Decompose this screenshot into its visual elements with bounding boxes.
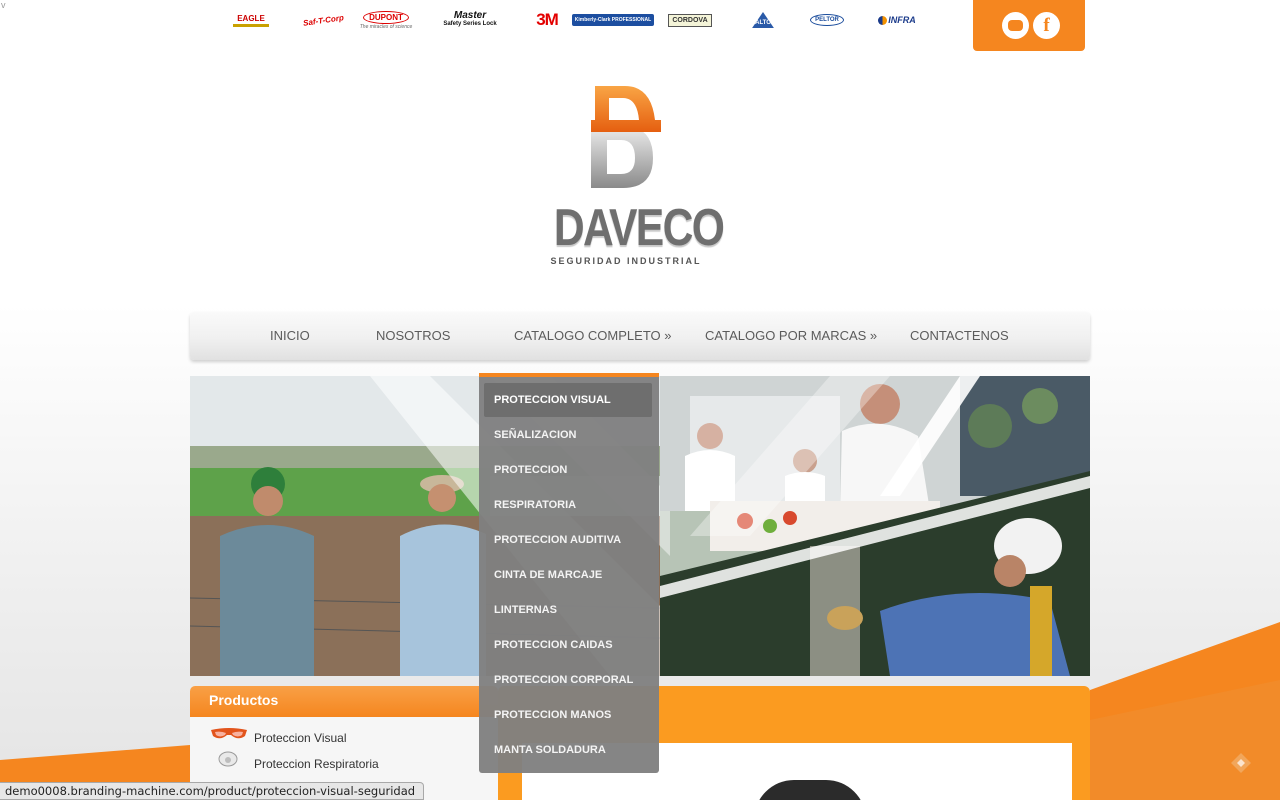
facebook-icon[interactable]: f [1033, 12, 1060, 39]
catalog-dropdown-menu: PROTECCION VISUAL SEÑALIZACION PROTECCIO… [479, 373, 659, 773]
product-item-proteccion-respiratoria[interactable]: Proteccion Respiratoria [190, 751, 498, 777]
kimberly-clark-logo[interactable]: Kimberly-Clark PROFESSIONAL [571, 6, 655, 34]
eagle-logo[interactable]: EAGLE [228, 6, 274, 34]
main-nav: INICIO NOSOTROS CATALOGO COMPLETO » CATA… [190, 312, 1090, 360]
dupont-logo[interactable]: DUPONT The miracles of science [360, 6, 412, 34]
dropdown-item-senalizacion[interactable]: SEÑALIZACION [484, 418, 652, 452]
social-links: f [973, 0, 1085, 51]
dropdown-item-linternas[interactable]: LINTERNAS [484, 593, 652, 627]
nav-nosotros[interactable]: NOSOTROS [376, 312, 450, 360]
safety-glasses-icon [211, 728, 247, 739]
nav-contactenos[interactable]: CONTACTENOS [910, 312, 1009, 360]
helmet-image [754, 780, 866, 800]
respirator-icon [218, 751, 238, 767]
dropdown-item-proteccion-corporal[interactable]: PROTECCION CORPORAL [484, 663, 652, 697]
chat-icon[interactable] [1002, 12, 1029, 39]
brand-logo-strip: EAGLE Saf-T-Corp DUPONT The miracles of … [222, 6, 932, 34]
infra-logo[interactable]: INFRA [872, 6, 922, 34]
product-label: Proteccion Visual [254, 731, 347, 745]
feedback-icon[interactable] [1229, 751, 1253, 775]
saf-t-corp-logo[interactable]: Saf-T-Corp [302, 6, 344, 34]
daveco-logo[interactable]: DAVECO SEGURIDAD INDUSTRIAL [538, 78, 725, 272]
nav-catalogo-completo[interactable]: CATALOGO COMPLETO » [514, 312, 671, 360]
dropdown-item-manta-soldadura[interactable]: MANTA SOLDADURA [484, 733, 652, 767]
dropdown-item-proteccion-caidas[interactable]: PROTECCION CAIDAS [484, 628, 652, 662]
dropdown-item-proteccion-manos[interactable]: PROTECCION MANOS [484, 698, 652, 732]
dropdown-item-cinta-de-marcaje[interactable]: CINTA DE MARCAJE [484, 558, 652, 592]
logo-name: DAVECO [553, 199, 725, 257]
3m-logo[interactable]: 3M [528, 6, 566, 34]
product-item-proteccion-visual[interactable]: Proteccion Visual [190, 725, 498, 751]
alto-logo[interactable]: ALTO [749, 6, 777, 34]
products-title: Productos [190, 686, 498, 717]
browser-status-bar: demo0008.branding-machine.com/product/pr… [0, 782, 425, 800]
nav-catalogo-por-marcas[interactable]: CATALOGO POR MARCAS » [705, 312, 877, 360]
dropdown-item-respiratoria[interactable]: RESPIRATORIA [484, 488, 652, 522]
peltor-logo[interactable]: PELTOR [808, 6, 846, 34]
nav-inicio[interactable]: INICIO [270, 312, 310, 360]
product-label: Proteccion Respiratoria [254, 757, 379, 771]
dropdown-item-proteccion-visual[interactable]: PROTECCION VISUAL [484, 383, 652, 417]
logo-d-mark [591, 86, 661, 188]
dropdown-item-proteccion[interactable]: PROTECCION [484, 453, 652, 487]
master-lock-logo[interactable]: Master Safety Series Lock [443, 6, 496, 34]
cordova-logo[interactable]: CORDOVA [664, 6, 716, 34]
dropdown-item-proteccion-auditiva[interactable]: PROTECCION AUDITIVA [484, 523, 652, 557]
logo-tagline: SEGURIDAD INDUSTRIAL [550, 256, 702, 266]
